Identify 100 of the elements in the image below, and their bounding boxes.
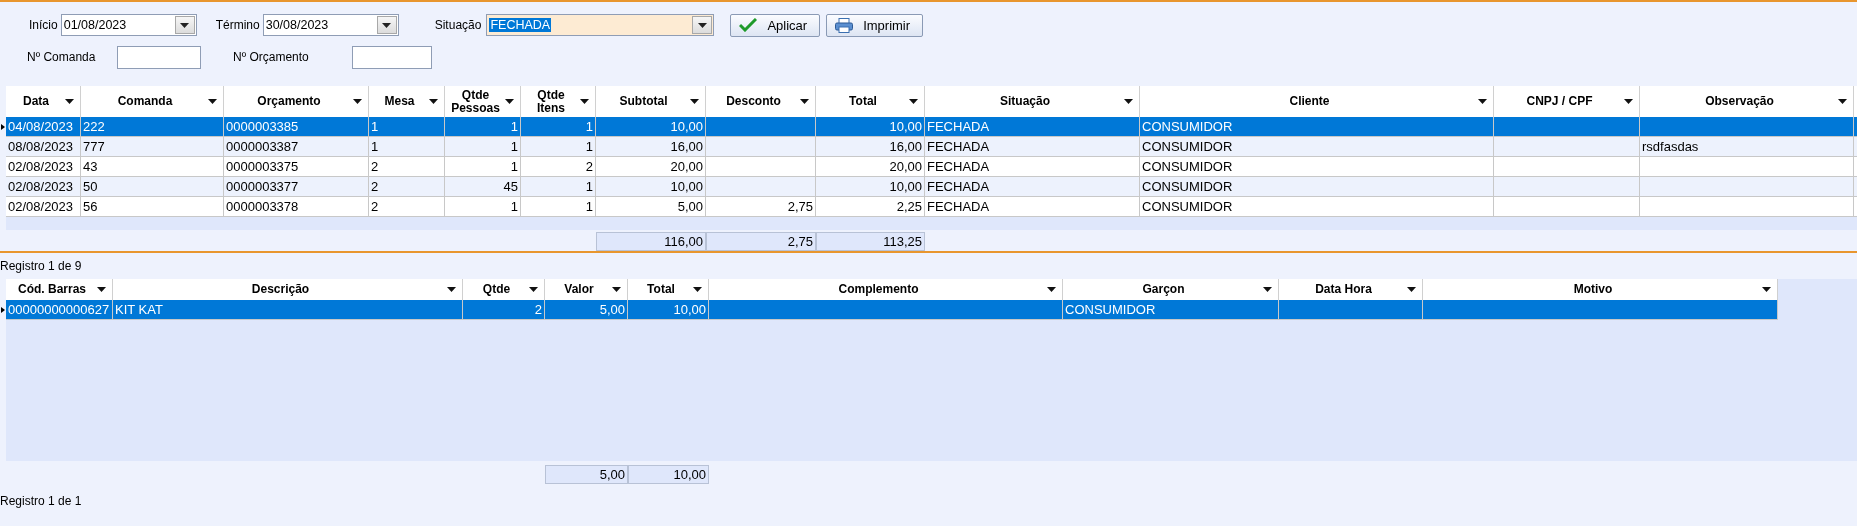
caret-icon: [1124, 99, 1133, 104]
table-cell: FECHADA: [927, 139, 990, 154]
table-cell: 0000003377: [226, 179, 299, 194]
table-cell: 10,00: [673, 302, 706, 317]
caret-icon: [353, 99, 362, 104]
caret-icon: [800, 99, 809, 104]
table-cell: 45: [503, 179, 518, 194]
record-counter: Registro 1 de 1: [0, 493, 83, 510]
table-cell: FECHADA: [927, 179, 990, 194]
caret-icon: [1478, 99, 1487, 104]
dropdown-button[interactable]: [692, 16, 713, 34]
table-row[interactable]: 02/08/2023 43 0000003375 2 1 2 20,00 20,00 FECHADA CONSUMIDOR: [6, 157, 1857, 177]
table-cell: 2,25: [896, 199, 922, 214]
end-date-field[interactable]: 30/08/2023: [262, 14, 399, 36]
caret-icon: [612, 287, 621, 292]
table-cell: CONSUMIDOR: [1142, 179, 1233, 194]
caret-icon: [180, 22, 190, 28]
table-cell: 222: [83, 119, 105, 134]
table-cell: 2: [585, 159, 593, 174]
dropdown-button[interactable]: [174, 16, 195, 34]
caret-icon: [690, 99, 699, 104]
caret-icon: [1838, 99, 1847, 104]
table-cell: 1: [371, 139, 379, 154]
table-cell: 1: [510, 159, 518, 174]
table-cell: 10,00: [889, 179, 922, 194]
table-cell: 10,00: [889, 119, 922, 134]
status-dropdown[interactable]: FECHADA: [486, 14, 715, 36]
caret-icon: [447, 287, 456, 292]
field-label: Início: [29, 18, 58, 32]
table-cell: 02/08/2023: [8, 159, 74, 174]
checkmark-icon: [739, 18, 758, 32]
caret-icon: [65, 99, 74, 104]
table-cell: 08/08/2023: [8, 139, 74, 154]
apply-button[interactable]: Aplicar: [730, 13, 821, 37]
caret-icon: [1624, 99, 1633, 104]
table-cell: 10,00: [670, 179, 703, 194]
table-cell: 20,00: [670, 159, 703, 174]
field-label: Nº Comanda: [27, 50, 97, 64]
table-cell: CONSUMIDOR: [1142, 139, 1233, 154]
table-cell: CONSUMIDOR: [1142, 119, 1233, 134]
table-cell: 0000003378: [226, 199, 299, 214]
caret-icon: [580, 99, 589, 104]
table-cell: 16,00: [670, 139, 703, 154]
caret-icon: [208, 99, 217, 104]
table-cell: CONSUMIDOR: [1065, 302, 1156, 317]
table-cell: 2: [371, 159, 379, 174]
column-total: 2,75: [787, 234, 813, 249]
table-cell: FECHADA: [927, 199, 990, 214]
record-counter: Registro 1 de 9: [0, 258, 83, 275]
table-cell: 2: [534, 302, 542, 317]
table-cell: 1: [371, 119, 379, 134]
caret-icon: [1762, 287, 1771, 292]
table-cell: 1: [510, 199, 518, 214]
table-row[interactable]: 02/08/2023 50 0000003377 2 45 1 10,00 10,00 FECHADA CONSUMIDOR: [6, 177, 1857, 197]
table-cell: 43: [83, 159, 98, 174]
caret-icon: [1047, 287, 1056, 292]
printer-icon: [835, 17, 854, 33]
row-pointer-icon: [1, 307, 5, 313]
column-total: 116,00: [664, 234, 703, 249]
quote-number-field[interactable]: [352, 45, 432, 69]
table-cell: 56: [83, 199, 98, 214]
table-cell: 04/08/2023: [8, 119, 74, 134]
caret-icon: [505, 99, 514, 104]
table-cell: 0000003385: [226, 119, 299, 134]
caret-icon: [697, 22, 707, 28]
caret-icon: [1407, 287, 1416, 292]
caret-icon: [97, 287, 106, 292]
table-row[interactable]: 08/08/2023 777 0000003387 1 1 1 16,00 16,00 FECHADA CONSUMIDOR rsdfasdas: [6, 137, 1857, 157]
table-cell: 1: [585, 119, 593, 134]
field-label: Situação: [434, 18, 482, 32]
caret-icon: [1263, 287, 1272, 292]
caret-icon: [529, 287, 538, 292]
column-total: 113,25: [883, 234, 922, 249]
table-cell: 0000003375: [226, 159, 299, 174]
table-row[interactable]: 02/08/2023 56 0000003378 2 1 1 5,00 2,75 2,25 FECHADA CONSUMIDOR: [6, 197, 1857, 217]
table-cell: 1: [585, 199, 593, 214]
table-cell: 16,00: [889, 139, 922, 154]
column-total: 5,00: [599, 467, 625, 482]
table-cell: 02/08/2023: [8, 199, 74, 214]
start-date-field[interactable]: 01/08/2023: [60, 14, 197, 36]
caret-icon: [909, 99, 918, 104]
dropdown-button[interactable]: [376, 16, 397, 34]
table-cell: KIT KAT: [115, 302, 163, 317]
table-cell: 0000003387: [226, 139, 299, 154]
table-cell: 1: [510, 119, 518, 134]
table-cell: rsdfasdas: [1642, 139, 1699, 154]
table-cell: FECHADA: [927, 159, 990, 174]
print-button[interactable]: Imprimir: [826, 13, 924, 37]
table-cell: 5,00: [599, 302, 625, 317]
table-cell: 1: [585, 139, 593, 154]
table-cell: 50: [83, 179, 98, 194]
caret-icon: [429, 99, 438, 104]
table-cell: 1: [585, 179, 593, 194]
field-label: Nº Orçamento: [233, 50, 310, 64]
table-cell: 5,00: [677, 199, 703, 214]
table-cell: 00000000000627: [8, 302, 110, 317]
table-cell: 20,00: [889, 159, 922, 174]
table-cell: 2,75: [787, 199, 813, 214]
order-number-field[interactable]: [117, 45, 201, 69]
table-cell: 777: [83, 139, 105, 154]
